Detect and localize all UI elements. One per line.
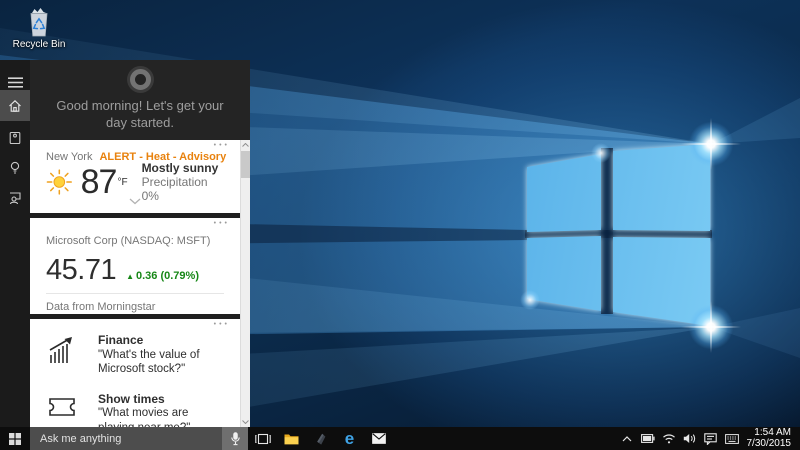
panel-scrollbar[interactable] — [240, 140, 250, 427]
taskbar: Ask me anything e — [0, 427, 800, 450]
cortana-panel: Good morning! Let's get your day started… — [30, 60, 250, 427]
suggestion-text: Finance "What's the value of Microsoft s… — [98, 333, 224, 377]
feedback-person-icon — [8, 191, 22, 205]
microphone-icon — [231, 432, 240, 446]
sun-icon — [46, 168, 73, 196]
microphone-button[interactable] — [222, 427, 248, 450]
suggestion-title: Finance — [98, 333, 224, 348]
wallpaper-starburst — [689, 122, 733, 166]
stock-card[interactable]: ••• Microsoft Corp (NASDAQ: MSFT) 45.71 … — [30, 218, 250, 314]
suggestion-quote: "What's the value of Microsoft stock?" — [98, 348, 224, 377]
card-menu-button[interactable]: ••• — [214, 321, 230, 328]
action-center-icon — [704, 433, 717, 445]
store-app-icon — [314, 432, 328, 446]
mail-icon — [372, 433, 386, 444]
weather-condition-block: Mostly sunny Precipitation 0% — [142, 161, 224, 203]
cortana-cards: ••• New YorkALERT - Heat - Advisory 87°F — [30, 140, 250, 427]
taskbar-clock[interactable]: 1:54 AM 7/30/2015 — [742, 428, 796, 449]
weather-precipitation: Precipitation 0% — [142, 175, 224, 203]
wallpaper-starburst — [689, 305, 733, 349]
suggestion-text: Show times "What movies are playing near… — [98, 392, 224, 428]
search-placeholder[interactable]: Ask me anything — [30, 433, 222, 445]
chevron-up-icon — [622, 436, 632, 442]
recycle-bin-label: Recycle Bin — [8, 39, 70, 50]
recycle-bin-icon — [24, 6, 54, 38]
keyboard-icon — [725, 434, 739, 444]
weather-unit: °F — [117, 177, 127, 188]
weather-location: New York — [46, 151, 92, 163]
wallpaper-glint — [520, 290, 540, 310]
cortana-sidebar — [0, 60, 30, 427]
clock-date: 7/30/2015 — [742, 439, 791, 450]
windows-logo-icon — [9, 433, 21, 445]
weather-card[interactable]: ••• New YorkALERT - Heat - Advisory 87°F — [30, 140, 250, 213]
card-menu-button[interactable]: ••• — [214, 142, 230, 149]
scrollbar-thumb[interactable] — [241, 151, 250, 178]
stock-divider — [46, 293, 224, 294]
ticket-icon — [46, 392, 98, 428]
network-button[interactable] — [658, 433, 679, 444]
stock-source: Data from Morningstar — [46, 301, 224, 313]
action-center-button[interactable] — [700, 433, 721, 445]
cortana-logo-icon — [130, 69, 151, 90]
hidden-icons-button[interactable] — [616, 436, 637, 442]
recycle-bin-shortcut[interactable]: Recycle Bin — [8, 6, 70, 50]
suggestion-finance[interactable]: Finance "What's the value of Microsoft s… — [46, 333, 224, 377]
wallpaper-glint — [591, 143, 611, 163]
task-view-icon — [255, 433, 271, 445]
start-button[interactable] — [0, 427, 30, 450]
sidebar-item-reminders[interactable] — [0, 154, 30, 182]
cortana-search-box[interactable]: Ask me anything — [30, 427, 248, 450]
stock-price-row: 45.71 ▲0.36 (0.79%) — [46, 256, 224, 284]
sidebar-item-feedback[interactable] — [0, 184, 30, 212]
file-explorer-button[interactable] — [277, 427, 306, 450]
sidebar-item-notebook[interactable] — [0, 124, 30, 152]
chevron-down-icon — [129, 198, 141, 205]
cortana-greeting: Good morning! Let's get your day started… — [45, 97, 235, 131]
card-menu-button[interactable]: ••• — [214, 220, 230, 227]
weather-condition: Mostly sunny — [142, 161, 224, 175]
weather-temperature: 87 — [81, 166, 117, 198]
edge-icon: e — [345, 430, 354, 447]
stock-change: ▲0.36 (0.79%) — [126, 270, 199, 282]
mail-app-button[interactable] — [364, 427, 393, 450]
up-triangle-icon: ▲ — [126, 272, 134, 281]
store-app-button[interactable] — [306, 427, 335, 450]
speaker-icon — [683, 433, 696, 444]
clock-time: 1:54 AM — [742, 428, 791, 439]
stock-price: 45.71 — [46, 256, 116, 284]
edge-browser-button[interactable]: e — [335, 427, 364, 450]
battery-button[interactable] — [637, 434, 658, 443]
finance-chart-icon — [46, 333, 98, 377]
notebook-icon — [8, 131, 22, 145]
home-icon — [8, 99, 22, 113]
scroll-up-arrow[interactable] — [241, 140, 250, 150]
system-tray: 1:54 AM 7/30/2015 — [616, 427, 800, 450]
battery-icon — [641, 434, 655, 443]
suggestions-card[interactable]: ••• Finance "What's the value of Microso… — [30, 319, 250, 427]
windows-desktop: { "colors": { "alert_orange": "#e8820e",… — [0, 0, 800, 450]
volume-button[interactable] — [679, 433, 700, 444]
stock-title: Microsoft Corp (NASDAQ: MSFT) — [46, 235, 224, 247]
task-view-button[interactable] — [248, 427, 277, 450]
file-explorer-icon — [284, 433, 299, 445]
suggestion-showtimes[interactable]: Show times "What movies are playing near… — [46, 392, 224, 428]
sidebar-item-home[interactable] — [0, 90, 30, 121]
lightbulb-icon — [8, 161, 22, 175]
suggestion-title: Show times — [98, 392, 224, 407]
weather-main-row: 87°F Mostly sunny Precipitation 0% — [46, 166, 224, 198]
touch-keyboard-button[interactable] — [721, 434, 742, 444]
scroll-down-arrow[interactable] — [241, 417, 250, 427]
suggestion-quote: "What movies are playing near me?" — [98, 406, 224, 427]
wifi-icon — [662, 433, 676, 444]
cortana-header: Good morning! Let's get your day started… — [30, 60, 250, 140]
hamburger-menu-icon — [8, 77, 23, 88]
stock-change-value: 0.36 (0.79%) — [136, 270, 199, 282]
